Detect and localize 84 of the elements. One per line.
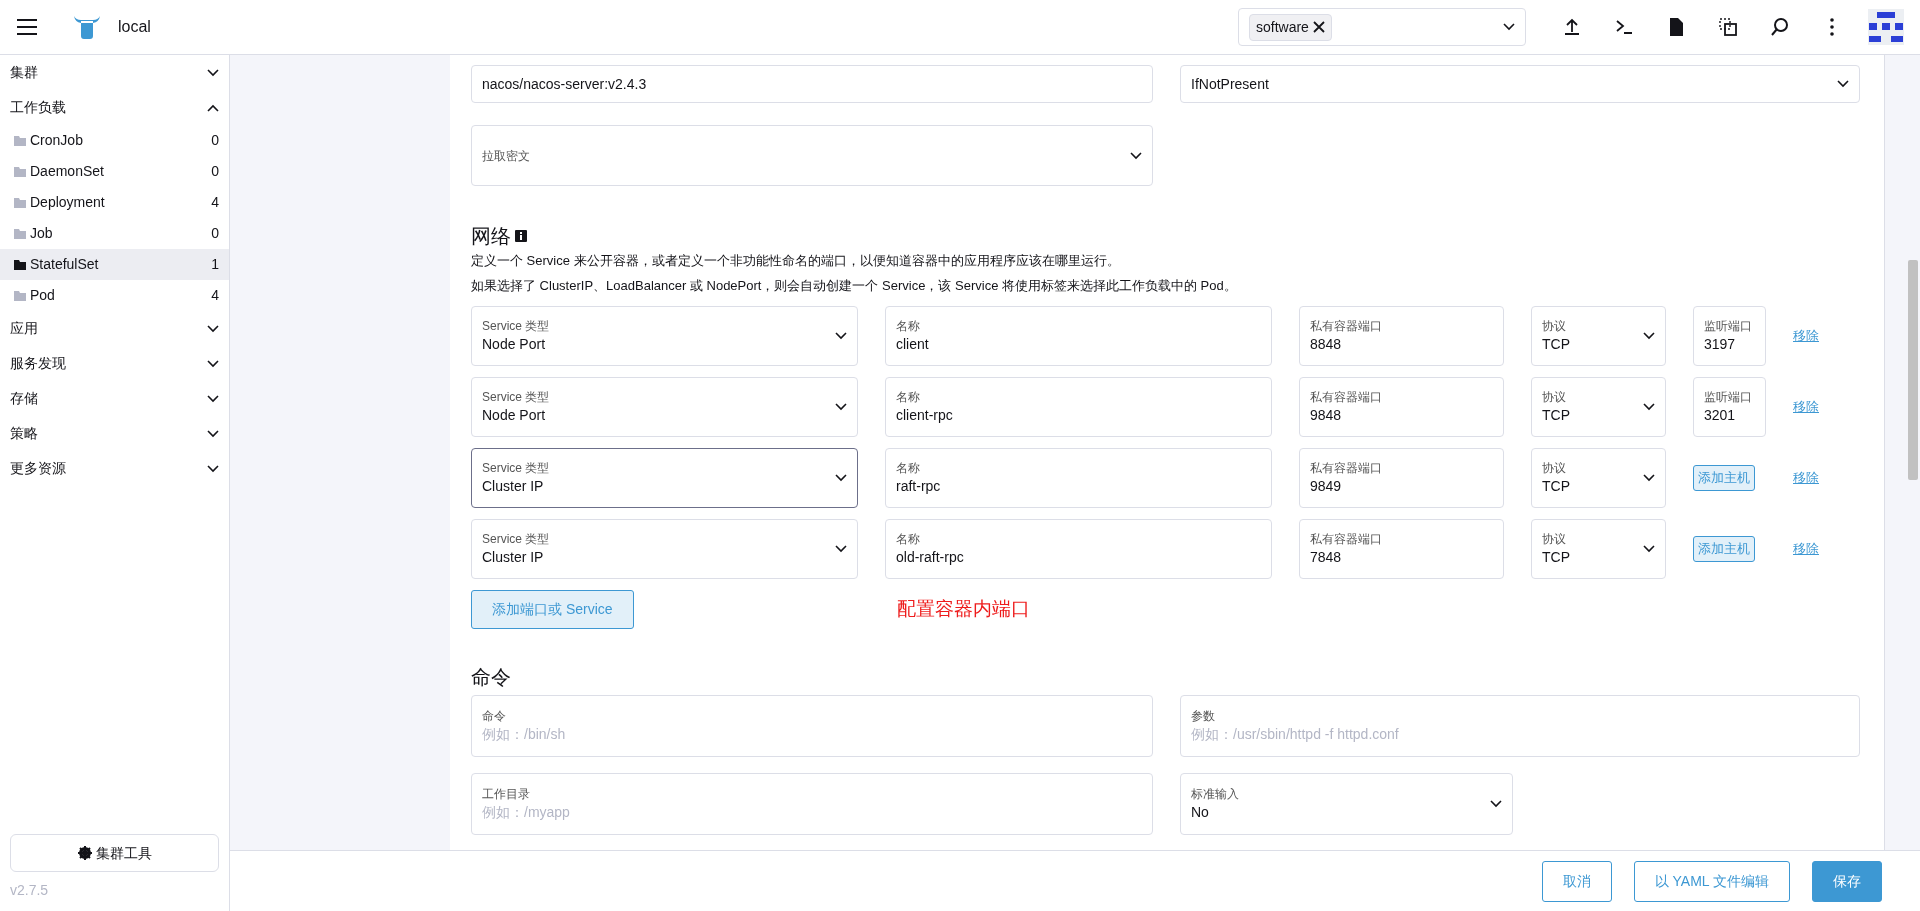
- service-type-select[interactable]: Service 类型 Node Port: [471, 306, 858, 366]
- nav-group[interactable]: 应用: [0, 311, 229, 346]
- description-text: 如果选择了 ClusterIP、LoadBalancer 或 NodePort，则会自动创建一个 Service，该 Service 将使用标签来选择此工作负载中的 Pod。: [471, 277, 1238, 295]
- chevron-down-icon: [207, 394, 219, 403]
- copy-icon[interactable]: [1718, 17, 1738, 37]
- chevron-down-icon: [207, 464, 219, 473]
- namespace-filter[interactable]: software: [1238, 8, 1526, 46]
- chevron-down-icon: [835, 474, 847, 482]
- chevron-down-icon: [1643, 545, 1655, 553]
- cluster-tools-button[interactable]: 集群工具: [10, 834, 219, 872]
- chevron-down-icon: [1837, 80, 1849, 88]
- nav-item[interactable]: Deployment 4: [0, 187, 229, 218]
- nav-group[interactable]: 集群: [0, 55, 229, 90]
- chevron-down-icon: [1503, 23, 1515, 31]
- name-field[interactable]: 名称 old-raft-rpc: [885, 519, 1272, 579]
- command-field[interactable]: 命令 例如：/bin/sh: [471, 695, 1153, 757]
- nav-item[interactable]: CronJob 0: [0, 125, 229, 156]
- folder-icon: [14, 135, 26, 146]
- avatar-icon[interactable]: [1868, 9, 1904, 45]
- chevron-down-icon: [1643, 474, 1655, 482]
- scrollbar-thumb[interactable]: [1908, 260, 1918, 480]
- port-field[interactable]: 私有容器端口 7848: [1299, 519, 1504, 579]
- service-type-select[interactable]: Service 类型 Cluster IP: [471, 519, 858, 579]
- nav-group[interactable]: 工作负载: [0, 90, 229, 125]
- nav-group[interactable]: 服务发现: [0, 346, 229, 381]
- info-icon: [515, 230, 527, 242]
- nav-item[interactable]: DaemonSet 0: [0, 156, 229, 187]
- name-field[interactable]: 名称 raft-rpc: [885, 448, 1272, 508]
- nav-group[interactable]: 策略: [0, 416, 229, 451]
- description-text: 定义一个 Service 来公开容器，或者定义一个非功能性命名的端口，以便知道容器中的应用程序应该在哪里运行。: [471, 252, 1121, 270]
- name-field[interactable]: 名称 client: [885, 306, 1272, 366]
- section-title: 网络: [471, 224, 511, 248]
- protocol-select[interactable]: 协议 TCP: [1531, 306, 1666, 366]
- folder-icon: [14, 259, 26, 270]
- folder-icon: [14, 197, 26, 208]
- chevron-down-icon: [1643, 403, 1655, 411]
- command-field[interactable]: 参数 例如：/usr/sbin/httpd -f httpd.conf: [1180, 695, 1860, 757]
- gear-icon: [77, 846, 92, 860]
- folder-icon: [14, 166, 26, 177]
- terminal-icon[interactable]: [1614, 17, 1634, 37]
- filter-chip[interactable]: software: [1249, 13, 1332, 41]
- nav-group[interactable]: 更多资源: [0, 451, 229, 486]
- protocol-select[interactable]: 协议 TCP: [1531, 448, 1666, 508]
- image-field[interactable]: nacos/nacos-server:v2.4.3: [471, 65, 1153, 103]
- nav-group[interactable]: 存储: [0, 381, 229, 416]
- port-field[interactable]: 私有容器端口 9849: [1299, 448, 1504, 508]
- listen-port-field[interactable]: 监听端口 3201: [1693, 377, 1766, 437]
- service-type-select[interactable]: Service 类型 Node Port: [471, 377, 858, 437]
- pull-secret-select[interactable]: 拉取密文: [471, 125, 1153, 186]
- close-icon[interactable]: [1312, 21, 1325, 33]
- nav-item[interactable]: StatefulSet 1: [0, 249, 229, 280]
- service-type-select[interactable]: Service 类型 Cluster IP: [471, 448, 858, 508]
- chevron-down-icon: [207, 359, 219, 368]
- annotation-text: 配置容器内端口: [896, 597, 1030, 622]
- chevron-down-icon: [1490, 800, 1502, 808]
- port-field[interactable]: 私有容器端口 9848: [1299, 377, 1504, 437]
- listen-port-field[interactable]: 监听端口 3197: [1693, 306, 1766, 366]
- folder-icon: [14, 228, 26, 239]
- chevron-down-icon: [1643, 332, 1655, 340]
- chevron-down-icon: [1130, 151, 1142, 160]
- port-field[interactable]: 私有容器端口 8848: [1299, 306, 1504, 366]
- chevron-up-icon: [207, 103, 219, 112]
- nav-item[interactable]: Pod 4: [0, 280, 229, 311]
- menu-icon[interactable]: [16, 18, 38, 36]
- cluster-name: local: [118, 17, 151, 37]
- search-icon[interactable]: [1770, 17, 1790, 37]
- nav-item[interactable]: Job 0: [0, 218, 229, 249]
- chevron-down-icon: [835, 403, 847, 411]
- chevron-down-icon: [835, 332, 847, 340]
- protocol-select[interactable]: 协议 TCP: [1531, 519, 1666, 579]
- command-field[interactable]: 工作目录 例如：/myapp: [471, 773, 1153, 835]
- pull-policy-select[interactable]: IfNotPresent: [1180, 65, 1860, 103]
- version-text: v2.7.5: [9, 881, 50, 900]
- chevron-down-icon: [835, 545, 847, 553]
- stdin-select[interactable]: 标准输入 No: [1180, 773, 1513, 835]
- chevron-down-icon: [207, 429, 219, 438]
- folder-icon: [14, 290, 26, 301]
- bull-head-icon: [72, 14, 102, 40]
- chevron-down-icon: [207, 68, 219, 77]
- chevron-down-icon: [207, 324, 219, 333]
- name-field[interactable]: 名称 client-rpc: [885, 377, 1272, 437]
- protocol-select[interactable]: 协议 TCP: [1531, 377, 1666, 437]
- upload-icon[interactable]: [1562, 17, 1582, 37]
- section-title: 命令: [471, 665, 512, 689]
